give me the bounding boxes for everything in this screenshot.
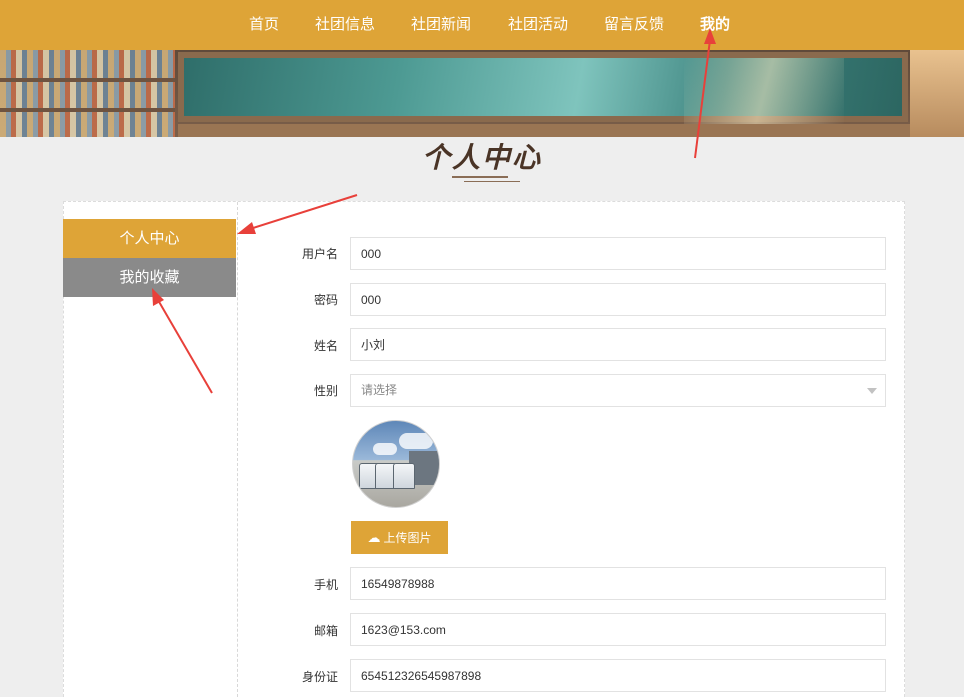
id-card-field[interactable] — [350, 659, 886, 692]
email-label: 邮箱 — [313, 624, 338, 638]
cloud-shape — [399, 433, 433, 449]
gender-select-placeholder: 请选择 — [361, 383, 398, 397]
name-label: 姓名 — [313, 339, 338, 353]
avatar — [352, 420, 440, 508]
nav-item-club-info[interactable]: 社团信息 — [315, 0, 375, 50]
blackboard-illustration — [178, 52, 908, 128]
wall-illustration — [910, 50, 964, 137]
sidebar-divider — [237, 202, 238, 697]
name-field[interactable] — [350, 328, 886, 361]
title-underline — [464, 181, 520, 182]
nav-item-club-news[interactable]: 社团新闻 — [411, 0, 471, 50]
phone-label: 手机 — [313, 578, 338, 592]
bookshelf-illustration — [0, 50, 175, 137]
id-card-label: 身份证 — [301, 670, 338, 684]
password-label: 密码 — [313, 293, 338, 307]
sidebar-item-favorites[interactable]: 我的收藏 — [63, 258, 236, 297]
email-field[interactable] — [350, 613, 886, 646]
cloud-shape — [373, 443, 397, 455]
gender-select[interactable]: 请选择 — [350, 374, 886, 407]
password-field[interactable] — [350, 283, 886, 316]
truck-shape — [393, 463, 415, 489]
cloud-upload-icon: ☁ — [367, 530, 381, 545]
username-label: 用户名 — [301, 247, 338, 261]
username-field[interactable] — [350, 237, 886, 270]
banner-image — [0, 50, 964, 137]
chevron-down-icon — [867, 388, 877, 394]
nav-item-home[interactable]: 首页 — [249, 0, 279, 50]
shelf-divider — [0, 108, 175, 112]
sunlight-glow — [684, 58, 844, 128]
page-title: 个人中心 — [421, 142, 542, 173]
gender-label: 性别 — [313, 384, 338, 398]
title-underline — [452, 176, 508, 178]
shelf-divider — [0, 78, 175, 82]
upload-image-button[interactable]: ☁ 上传图片 — [351, 521, 448, 554]
nav-item-club-activities[interactable]: 社团活动 — [508, 0, 568, 50]
nav-item-mine[interactable]: 我的 — [700, 0, 730, 50]
sidebar-item-personal-center[interactable]: 个人中心 — [63, 219, 236, 258]
top-nav: 首页 社团信息 社团新闻 社团活动 留言反馈 我的 — [0, 0, 964, 50]
sidebar: 个人中心 我的收藏 — [63, 219, 236, 297]
nav-item-feedback[interactable]: 留言反馈 — [604, 0, 664, 50]
phone-field[interactable] — [350, 567, 886, 600]
upload-image-label: 上传图片 — [383, 531, 432, 545]
